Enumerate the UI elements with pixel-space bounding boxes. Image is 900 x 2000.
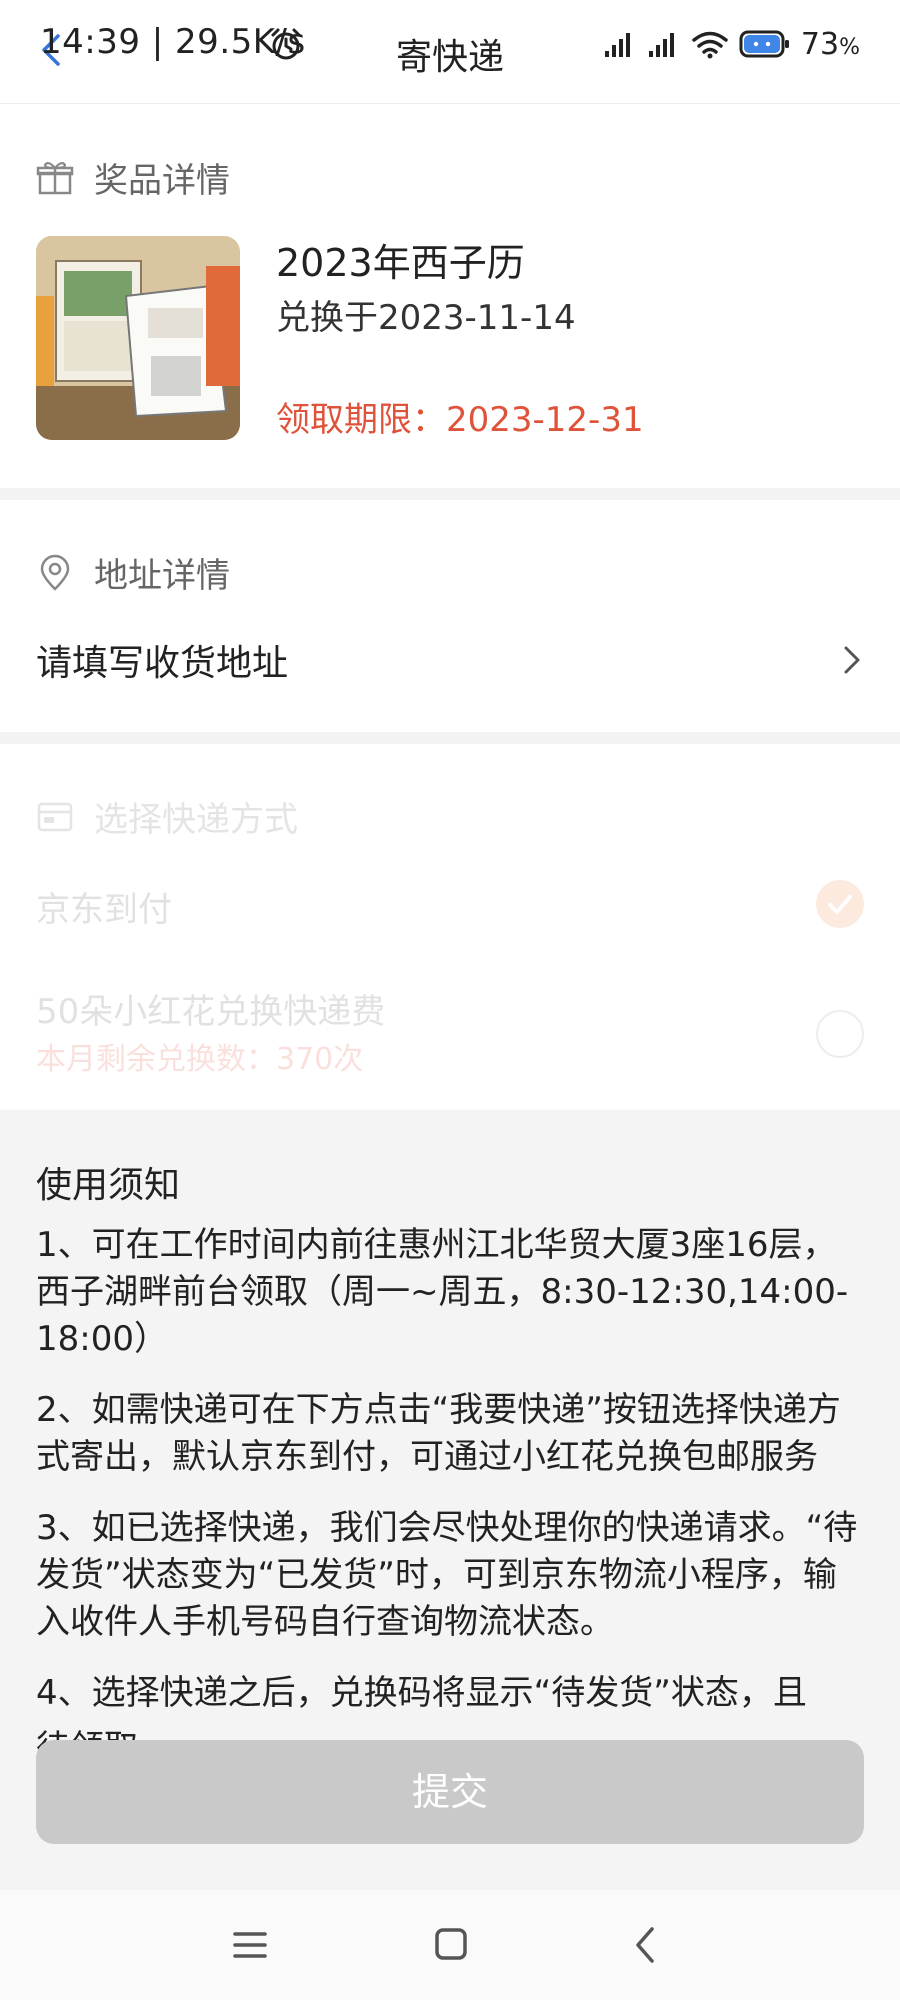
prize-name: 2023年西子历 xyxy=(276,241,525,285)
shipping-option-jd[interactable]: 京东到付 xyxy=(36,882,172,931)
notice-body: 1、可在工作时间内前往惠州江北华贸大厦3座16层，西子湖畔前台领取（周一~周五，… xyxy=(36,1222,866,1796)
prize-section-header: 奖品详情 xyxy=(36,153,230,202)
battery-icon xyxy=(739,30,789,58)
home-icon[interactable] xyxy=(425,1920,475,1970)
prize-deadline: 领取期限：2023-12-31 xyxy=(276,400,644,440)
shipping-section-header: 选择快递方式 xyxy=(36,792,298,841)
address-section-header: 地址详情 xyxy=(36,548,230,597)
wifi-icon xyxy=(692,31,728,59)
prize-redeem-date: 兑换于2023-11-14 xyxy=(276,298,576,338)
shipping-section-title: 选择快递方式 xyxy=(94,800,298,840)
divider xyxy=(0,488,900,500)
notice-item-3: 3、如已选择快递，我们会尽快处理你的快递请求。“待发货”状态变为“已发货”时，可… xyxy=(36,1508,858,1642)
shipping-option-flowers[interactable]: 50朵小红花兑换快递费 xyxy=(36,984,385,1033)
notice-item-1: 1、可在工作时间内前往惠州江北华贸大厦3座16层，西子湖畔前台领取（周一~周五，… xyxy=(36,1225,849,1359)
radio-empty-icon[interactable] xyxy=(816,1010,864,1058)
location-pin-icon xyxy=(40,554,70,591)
card-icon xyxy=(37,802,73,831)
alarm-clock-icon xyxy=(271,28,301,60)
submit-button[interactable]: 提交 xyxy=(36,1740,864,1844)
status-icons: 73% xyxy=(603,24,860,64)
signal-icon xyxy=(604,33,630,57)
header: 14:39 | 29.5K/s 寄快递 73% xyxy=(0,0,900,104)
address-placeholder: 请填写收货地址 xyxy=(36,643,289,684)
prize-image xyxy=(36,236,240,440)
page-title: 寄快递 xyxy=(395,37,504,78)
radio-checked-icon[interactable] xyxy=(816,880,864,928)
address-section: 地址详情 xyxy=(0,500,900,732)
signal-icon-2 xyxy=(648,33,674,57)
shipping-section: 选择快递方式 京东到付 50朵小红花兑换快递费 本月剩余兑换数：370次 xyxy=(0,744,900,1110)
notice-item-2: 2、如需快递可在下方点击“我要快递”按钮选择快递方式寄出，默认京东到付，可通过小… xyxy=(36,1390,841,1477)
menu-icon[interactable] xyxy=(225,1920,275,1970)
page: 14:39 | 29.5K/s 寄快递 73% 奖品详情 2023年西子历 兑换… xyxy=(0,0,900,2000)
prize-section-title: 奖品详情 xyxy=(94,161,230,201)
address-row[interactable]: 请填写收货地址 xyxy=(36,632,864,688)
back-icon[interactable] xyxy=(620,1920,670,1970)
notice-title: 使用须知 xyxy=(36,1165,181,1206)
address-section-title: 地址详情 xyxy=(94,556,230,596)
notice-item-4: 4、选择快递之后，兑换码将显示“待发货”状态，且 xyxy=(36,1673,807,1713)
shipping-option-remaining: 本月剩余兑换数：370次 xyxy=(36,1042,364,1077)
divider-2 xyxy=(0,732,900,744)
system-nav-bar xyxy=(0,1890,900,2000)
chevron-right-icon xyxy=(844,646,860,674)
gift-icon xyxy=(36,161,74,194)
battery-percent: 73% xyxy=(800,26,860,62)
status-time: 14:39 | 29.5K/s xyxy=(40,22,306,62)
